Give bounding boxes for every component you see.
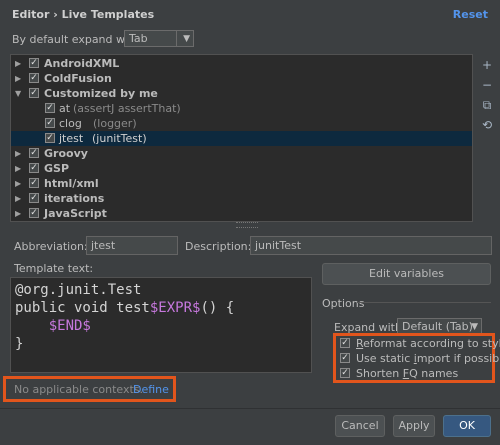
description-label: Description: xyxy=(185,240,252,253)
tree-group-coldfusion[interactable]: ▶ ✓ ColdFusion xyxy=(11,71,472,86)
tree-item-at[interactable]: ✓ at (assertJ assertThat) xyxy=(11,101,472,116)
tree-group-javascript[interactable]: ▶ ✓ JavaScript xyxy=(11,206,472,221)
expand-arrow-icon[interactable]: ▶ xyxy=(15,146,21,161)
group-checkbox[interactable]: ✓ xyxy=(29,163,39,173)
description-field[interactable]: junitTest xyxy=(250,236,492,255)
collapse-arrow-icon[interactable]: ▼ xyxy=(15,86,21,101)
breadcrumb: Editor › Live Templates xyxy=(12,8,155,21)
tree-item-hint: (logger) xyxy=(93,117,137,130)
footer-divider xyxy=(0,408,500,409)
template-text-label: Template text: xyxy=(14,262,94,275)
dropdown-separator xyxy=(176,31,177,46)
item-checkbox[interactable]: ✓ xyxy=(45,118,55,128)
restore-icon[interactable]: ⟲ xyxy=(480,118,494,132)
cancel-button[interactable]: Cancel xyxy=(335,415,385,437)
item-checkbox[interactable]: ✓ xyxy=(45,103,55,113)
code-line: } xyxy=(15,336,24,352)
tree-group-label: AndroidXML xyxy=(44,57,120,70)
abbreviation-field[interactable]: jtest xyxy=(86,236,178,255)
code-line: public void test$EXPR$() { xyxy=(15,300,234,316)
splitter-handle[interactable] xyxy=(236,222,258,228)
tree-item-clog[interactable]: ✓ clog (logger) xyxy=(11,116,472,131)
reformat-label: Reformat according to style xyxy=(356,337,500,350)
tree-group-iterations[interactable]: ▶ ✓ iterations xyxy=(11,191,472,206)
reset-link[interactable]: Reset xyxy=(453,8,488,21)
tree-item-hint: (junitTest) xyxy=(92,132,147,145)
template-variable: $EXPR$ xyxy=(149,300,201,316)
template-variable: $END$ xyxy=(48,318,91,334)
chevron-down-icon: ▼ xyxy=(471,322,478,332)
tree-group-label: GSP xyxy=(44,162,70,175)
code-line: $END$ xyxy=(15,318,91,334)
default-expand-value: Tab xyxy=(129,32,148,45)
tree-item-label: jtest xyxy=(59,132,84,145)
expand-arrow-icon[interactable]: ▶ xyxy=(15,191,21,206)
expand-arrow-icon[interactable]: ▶ xyxy=(15,206,21,221)
reformat-checkbox[interactable]: ✓ xyxy=(340,338,350,348)
add-icon[interactable]: + xyxy=(480,58,494,72)
tree-group-html-xml[interactable]: ▶ ✓ html/xml xyxy=(11,176,472,191)
tree-group-androidxml[interactable]: ▶ ✓ AndroidXML xyxy=(11,56,472,71)
tree-group-gsp[interactable]: ▶ ✓ GSP xyxy=(11,161,472,176)
options-divider xyxy=(357,302,491,303)
group-checkbox[interactable]: ✓ xyxy=(29,208,39,218)
group-checkbox[interactable]: ✓ xyxy=(29,193,39,203)
abbreviation-label: Abbreviation: xyxy=(14,240,88,253)
chevron-down-icon: ▼ xyxy=(183,34,190,44)
edit-variables-button[interactable]: Edit variables xyxy=(322,263,491,285)
item-checkbox[interactable]: ✓ xyxy=(45,133,55,143)
expand-arrow-icon[interactable]: ▶ xyxy=(15,56,21,71)
group-checkbox[interactable]: ✓ xyxy=(29,148,39,158)
expand-arrow-icon[interactable]: ▶ xyxy=(15,71,21,86)
ok-button[interactable]: OK xyxy=(443,415,491,437)
tree-group-label: html/xml xyxy=(44,177,99,190)
define-contexts-link[interactable]: Define xyxy=(133,383,169,396)
group-checkbox[interactable]: ✓ xyxy=(29,88,39,98)
static-import-label: Use static import if possible xyxy=(356,352,500,365)
shorten-fq-label: Shorten FQ names xyxy=(356,367,459,380)
default-expand-dropdown[interactable]: Tab ▼ xyxy=(124,30,194,47)
tree-item-jtest[interactable]: ✓ jtest (junitTest) xyxy=(11,131,472,146)
expand-with-value: Default (Tab) xyxy=(402,320,473,333)
tree-item-hint: (assertJ assertThat) xyxy=(73,102,181,115)
code-text: () { xyxy=(200,300,235,316)
shorten-fq-checkbox[interactable]: ✓ xyxy=(340,368,350,378)
code-line: @org.junit.Test xyxy=(15,282,142,298)
templates-tree[interactable]: ▶ ✓ AndroidXML ▶ ✓ ColdFusion ▼ ✓ Custom… xyxy=(10,54,473,222)
tree-group-label: iterations xyxy=(44,192,105,205)
default-expand-label: By default expand with xyxy=(12,33,140,46)
options-section-label: Options xyxy=(322,297,365,310)
remove-icon[interactable]: − xyxy=(480,78,494,92)
tree-group-label: Customized by me xyxy=(44,87,158,100)
tree-item-label: clog xyxy=(59,117,82,130)
group-checkbox[interactable]: ✓ xyxy=(29,178,39,188)
tree-group-label: Groovy xyxy=(44,147,88,160)
tree-group-label: JavaScript xyxy=(44,207,107,220)
static-import-checkbox[interactable]: ✓ xyxy=(340,353,350,363)
tree-group-groovy[interactable]: ▶ ✓ Groovy xyxy=(11,146,472,161)
copy-icon[interactable]: ⧉ xyxy=(480,98,494,112)
tree-item-label: at xyxy=(59,102,71,115)
group-checkbox[interactable]: ✓ xyxy=(29,73,39,83)
no-contexts-message: No applicable contexts. xyxy=(14,383,144,396)
expand-arrow-icon[interactable]: ▶ xyxy=(15,161,21,176)
tree-group-customized[interactable]: ▼ ✓ Customized by me xyxy=(11,86,472,101)
expand-arrow-icon[interactable]: ▶ xyxy=(15,176,21,191)
tree-group-label: ColdFusion xyxy=(44,72,112,85)
apply-button[interactable]: Apply xyxy=(393,415,435,437)
template-editor[interactable]: @org.junit.Test public void test$EXPR$()… xyxy=(10,277,312,373)
code-text: public void test xyxy=(15,300,150,316)
group-checkbox[interactable]: ✓ xyxy=(29,58,39,68)
